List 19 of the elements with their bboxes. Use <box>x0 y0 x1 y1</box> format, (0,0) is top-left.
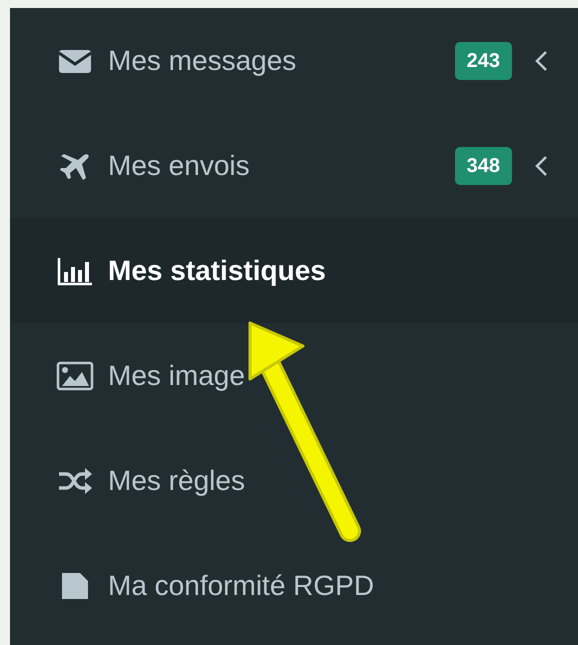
count-badge: 348 <box>454 146 512 184</box>
menu-label: Ma conformité RGPD <box>108 568 374 602</box>
count-badge: 243 <box>454 42 512 80</box>
bar-chart-icon <box>56 256 94 286</box>
sidebar-item[interactable]: Mes statistiques <box>10 218 578 323</box>
sidebar-item[interactable]: Mes messages 243 <box>10 8 578 113</box>
image-icon <box>56 360 94 390</box>
sidebar-item[interactable]: Mes envois 348 <box>10 113 578 218</box>
chevron-left-icon[interactable] <box>534 154 548 178</box>
sidebar-item[interactable]: Mes image <box>10 323 578 428</box>
menu-label: Mes statistiques <box>108 254 326 288</box>
menu-label: Mes règles <box>108 464 245 498</box>
shuffle-icon <box>56 466 94 496</box>
menu-label: Mes messages <box>108 44 296 78</box>
chevron-left-icon[interactable] <box>534 48 548 72</box>
sidebar-item[interactable]: Mes règles <box>10 428 578 533</box>
menu-label: Mes image <box>108 358 245 393</box>
menu-label: Mes envois <box>108 148 250 182</box>
sidebar-item[interactable]: Ma conformité RGPD <box>10 533 578 638</box>
